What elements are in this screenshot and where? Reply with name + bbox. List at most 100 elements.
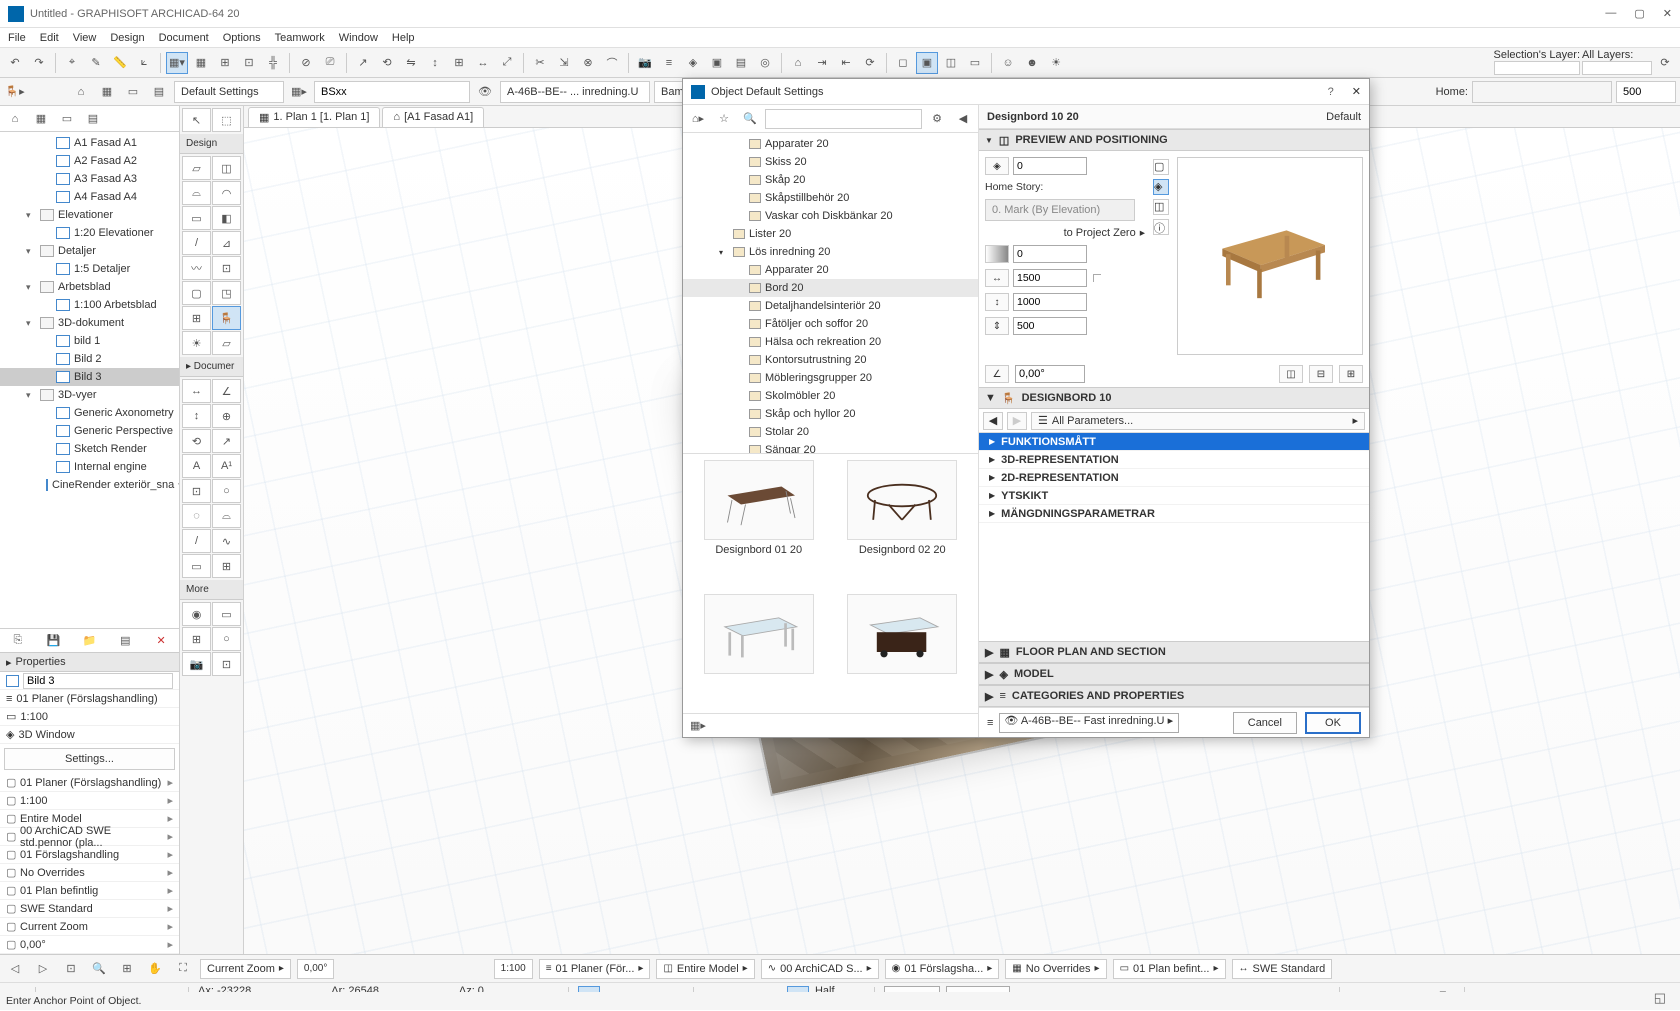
- collapse-icon[interactable]: ◀: [952, 108, 974, 130]
- elevate-icon[interactable]: ↕: [424, 52, 446, 74]
- tool-btn[interactable]: A¹: [212, 454, 241, 478]
- tool-btn[interactable]: ↔: [182, 379, 211, 403]
- tool-btn[interactable]: ⟲: [182, 429, 211, 453]
- tool-btn[interactable]: ▱: [182, 156, 211, 180]
- save-view-icon[interactable]: 💾: [43, 630, 65, 652]
- design-panel-header[interactable]: ▼🪑DESIGNBORD 10: [979, 387, 1369, 409]
- minimize-icon[interactable]: —: [1605, 7, 1616, 20]
- height-field[interactable]: [1013, 317, 1087, 335]
- nav-item[interactable]: Internal engine: [0, 458, 179, 476]
- resize-icon[interactable]: ⤢: [496, 52, 518, 74]
- tool-btn[interactable]: 🪑: [212, 306, 241, 330]
- object-icon[interactable]: 🪑▸: [4, 81, 26, 103]
- param-row[interactable]: ▶3D-REPRESENTATION: [979, 451, 1369, 469]
- tool-btn[interactable]: 〰: [182, 256, 211, 280]
- home-icon[interactable]: ⌂▸: [687, 108, 709, 130]
- cube-outline-icon[interactable]: ◻: [892, 52, 914, 74]
- dialog-help-icon[interactable]: ?: [1328, 86, 1334, 98]
- snap-icon[interactable]: ⊞: [214, 52, 236, 74]
- sb-scale[interactable]: 1:100: [494, 959, 533, 979]
- lower-prop-row[interactable]: ▢01 Planer (Förslagshandling)▸: [0, 774, 179, 792]
- sb-swe[interactable]: ↔ SWE Standard: [1232, 959, 1333, 979]
- tool-btn[interactable]: ◳: [212, 281, 241, 305]
- more-header[interactable]: More: [180, 580, 243, 600]
- close-icon[interactable]: ✕: [1663, 7, 1672, 20]
- tool-btn[interactable]: /: [182, 529, 211, 553]
- tool-btn[interactable]: ↗: [212, 429, 241, 453]
- lib-item[interactable]: Skåp 20: [683, 171, 978, 189]
- cube-alt-icon[interactable]: ◫: [940, 52, 962, 74]
- prop-name-field[interactable]: [23, 673, 173, 689]
- box-icon[interactable]: ▭: [964, 52, 986, 74]
- cube-solid-icon[interactable]: ▣: [916, 52, 938, 74]
- render-icon[interactable]: ▤: [730, 52, 752, 74]
- 3dview-icon[interactable]: ◈: [682, 52, 704, 74]
- lib-item[interactable]: Detaljhandelsinteriör 20: [683, 297, 978, 315]
- categories-panel-header[interactable]: ▶≡CATEGORIES AND PROPERTIES: [979, 685, 1369, 707]
- lib-item[interactable]: Bord 20: [683, 279, 978, 297]
- lib-item[interactable]: Skåp och hyllor 20: [683, 405, 978, 423]
- iso-icon[interactable]: ◈: [985, 157, 1009, 175]
- model-panel-header[interactable]: ▶◈MODEL: [979, 663, 1369, 685]
- grid-icon[interactable]: ▦: [190, 52, 212, 74]
- nav-item[interactable]: Generic Axonometry: [0, 404, 179, 422]
- menu-help[interactable]: Help: [392, 32, 415, 44]
- plan-drop-icon[interactable]: ▦▸: [288, 81, 310, 103]
- globe-icon[interactable]: ◎: [754, 52, 776, 74]
- nav-item[interactable]: ▾3D-vyer: [0, 386, 179, 404]
- tool-btn[interactable]: ◧: [212, 206, 241, 230]
- camera-icon[interactable]: 📷: [634, 52, 656, 74]
- top-offset-field[interactable]: [1013, 157, 1087, 175]
- cursor-snap-icon[interactable]: ▦▾: [166, 52, 188, 74]
- redo-icon[interactable]: ↷: [28, 52, 50, 74]
- tool-btn[interactable]: ⊞: [182, 627, 211, 651]
- tool-btn[interactable]: ◌: [182, 504, 211, 528]
- all-layers-field[interactable]: [1582, 61, 1652, 75]
- tool-btn[interactable]: ▱: [212, 331, 241, 355]
- thumb-designbord-01[interactable]: Designbord 01 20: [689, 460, 829, 590]
- documen-header[interactable]: ▸ Documer: [180, 357, 243, 377]
- layer-select[interactable]: A-46B--BE-- ... inredning.U: [500, 81, 650, 103]
- floorplan-panel-header[interactable]: ▶▦FLOOR PLAN AND SECTION: [979, 641, 1369, 663]
- lib-item[interactable]: Stolar 20: [683, 423, 978, 441]
- nav-view-icon[interactable]: ▭: [56, 108, 78, 130]
- nav-item[interactable]: A3 Fasad A3: [0, 170, 179, 188]
- tool-btn[interactable]: ▭: [182, 206, 211, 230]
- cancel-button[interactable]: Cancel: [1233, 712, 1297, 734]
- eyedrop-icon[interactable]: ✎: [85, 52, 107, 74]
- marquee-tool-icon[interactable]: ⬚: [212, 108, 241, 132]
- num-field[interactable]: [1616, 81, 1676, 103]
- menu-edit[interactable]: Edit: [40, 32, 59, 44]
- sb-model[interactable]: ◫ Entire Model ▸: [656, 959, 754, 979]
- lower-prop-row[interactable]: ▢SWE Standard▸: [0, 900, 179, 918]
- properties-header[interactable]: ▸ Properties: [0, 652, 179, 672]
- depth-field[interactable]: [1013, 293, 1087, 311]
- tool-btn[interactable]: ∿: [212, 529, 241, 553]
- anchor-sel-icon[interactable]: ⊞: [1339, 365, 1363, 383]
- selection-layer-field[interactable]: [1494, 61, 1580, 75]
- refresh-icon[interactable]: ⟳: [1654, 52, 1676, 74]
- in-icon[interactable]: ⇥: [811, 52, 833, 74]
- lower-prop-row[interactable]: ▢00 ArchiCAD SWE std.pennor (pla...▸: [0, 828, 179, 846]
- thumb-designbord-03[interactable]: [689, 594, 829, 708]
- person2-icon[interactable]: ☻: [1021, 52, 1043, 74]
- lib-item[interactable]: Skåpstillbehör 20: [683, 189, 978, 207]
- pm-2d-icon[interactable]: ▢: [1153, 159, 1169, 175]
- intersect-icon[interactable]: ⊗: [577, 52, 599, 74]
- lib-item[interactable]: Vaskar coh Diskbänkar 20: [683, 207, 978, 225]
- tool-btn[interactable]: ↕: [182, 404, 211, 428]
- settings-button[interactable]: Settings...: [4, 748, 175, 770]
- lib-item[interactable]: Kontorsutrustning 20: [683, 351, 978, 369]
- lib-item[interactable]: Skiss 20: [683, 153, 978, 171]
- tool-btn[interactable]: ◠: [212, 181, 241, 205]
- tool-btn[interactable]: ⌓: [182, 181, 211, 205]
- eye-icon[interactable]: 👁: [474, 81, 496, 103]
- nav-home-icon[interactable]: ⌂: [4, 108, 26, 130]
- lower-prop-row[interactable]: ▢01 Förslagshandling▸: [0, 846, 179, 864]
- suspend-icon[interactable]: ⊘: [295, 52, 317, 74]
- nav-item[interactable]: A4 Fasad A4: [0, 188, 179, 206]
- tool-btn[interactable]: ⊡: [212, 256, 241, 280]
- sb-fit-icon[interactable]: ⛶: [172, 958, 194, 980]
- ok-button[interactable]: OK: [1305, 712, 1361, 734]
- adjust-icon[interactable]: ⇲: [553, 52, 575, 74]
